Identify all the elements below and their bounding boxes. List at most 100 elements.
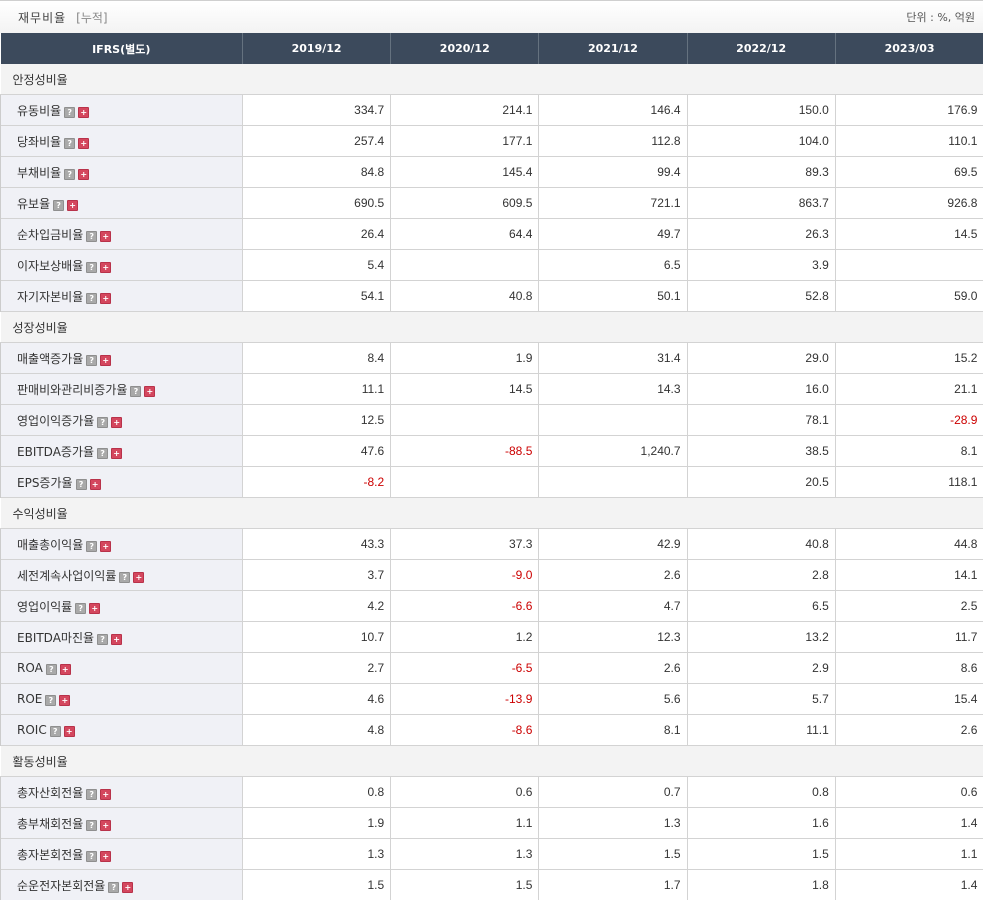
value-cell: 14.3: [539, 374, 687, 405]
help-icon[interactable]: ?: [97, 448, 108, 459]
value-cell: 150.0: [687, 95, 835, 126]
expand-icon[interactable]: +: [78, 169, 89, 180]
row-label: 자기자본비율: [17, 290, 83, 304]
expand-icon[interactable]: +: [90, 479, 101, 490]
expand-icon[interactable]: +: [100, 789, 111, 800]
value-cell: 4.8: [243, 715, 391, 746]
table-row: 총부채회전율?+1.91.11.31.61.4: [1, 808, 983, 839]
value-cell: 3.9: [687, 250, 835, 281]
table-row: 총자산회전율?+0.80.60.70.80.6: [1, 777, 983, 808]
value-cell: 176.9: [835, 95, 983, 126]
value-cell: 214.1: [391, 95, 539, 126]
row-label: 이자보상배율: [17, 259, 83, 273]
expand-icon[interactable]: +: [100, 820, 111, 831]
value-cell: 926.8: [835, 188, 983, 219]
help-icon[interactable]: ?: [76, 479, 87, 490]
row-label: EBITDA증가율: [17, 445, 94, 459]
help-icon[interactable]: ?: [64, 138, 75, 149]
row-label-cell: 총자산회전율?+: [1, 777, 243, 808]
col-header-period: 2022/12: [687, 33, 835, 64]
row-label-cell: ROIC?+: [1, 715, 243, 746]
expand-icon[interactable]: +: [78, 138, 89, 149]
value-cell: -8.2: [243, 467, 391, 498]
value-cell: 1.8: [687, 870, 835, 900]
help-icon[interactable]: ?: [46, 664, 57, 675]
expand-icon[interactable]: +: [111, 417, 122, 428]
expand-icon[interactable]: +: [122, 882, 133, 893]
help-icon[interactable]: ?: [45, 695, 56, 706]
row-label-cell: 자기자본비율?+: [1, 281, 243, 312]
help-icon[interactable]: ?: [97, 634, 108, 645]
expand-icon[interactable]: +: [144, 386, 155, 397]
value-cell: [539, 405, 687, 436]
value-cell: 12.5: [243, 405, 391, 436]
expand-icon[interactable]: +: [59, 695, 70, 706]
value-cell: [835, 250, 983, 281]
expand-icon[interactable]: +: [100, 355, 111, 366]
help-icon[interactable]: ?: [130, 386, 141, 397]
help-icon[interactable]: ?: [64, 107, 75, 118]
table-row: 총자본회전율?+1.31.31.51.51.1: [1, 839, 983, 870]
value-cell: 69.5: [835, 157, 983, 188]
value-cell: 99.4: [539, 157, 687, 188]
expand-icon[interactable]: +: [100, 293, 111, 304]
expand-icon[interactable]: +: [64, 726, 75, 737]
row-label-cell: 유보율?+: [1, 188, 243, 219]
help-icon[interactable]: ?: [86, 820, 97, 831]
row-label: 총부채회전율: [17, 817, 83, 831]
value-cell: 40.8: [687, 529, 835, 560]
expand-icon[interactable]: +: [111, 634, 122, 645]
help-icon[interactable]: ?: [53, 200, 64, 211]
help-icon[interactable]: ?: [86, 355, 97, 366]
help-icon[interactable]: ?: [119, 572, 130, 583]
expand-icon[interactable]: +: [100, 541, 111, 552]
help-icon[interactable]: ?: [86, 231, 97, 242]
value-cell: 11.7: [835, 622, 983, 653]
value-cell: 177.1: [391, 126, 539, 157]
row-label-cell: 당좌비율?+: [1, 126, 243, 157]
help-icon[interactable]: ?: [86, 789, 97, 800]
help-icon[interactable]: ?: [64, 169, 75, 180]
value-cell: 11.1: [687, 715, 835, 746]
row-label-cell: 유동비율?+: [1, 95, 243, 126]
expand-icon[interactable]: +: [78, 107, 89, 118]
expand-icon[interactable]: +: [89, 603, 100, 614]
value-cell: 721.1: [539, 188, 687, 219]
section-title: 활동성비율: [1, 746, 983, 777]
help-icon[interactable]: ?: [50, 726, 61, 737]
help-icon[interactable]: ?: [97, 417, 108, 428]
help-icon[interactable]: ?: [75, 603, 86, 614]
row-label-cell: EBITDA증가율?+: [1, 436, 243, 467]
table-row: EBITDA증가율?+47.6-88.51,240.738.58.1: [1, 436, 983, 467]
help-icon[interactable]: ?: [86, 293, 97, 304]
row-label: 판매비와관리비증가율: [17, 383, 127, 397]
table-row: ROA?+2.7-6.52.62.98.6: [1, 653, 983, 684]
expand-icon[interactable]: +: [67, 200, 78, 211]
expand-icon[interactable]: +: [111, 448, 122, 459]
value-cell: 112.8: [539, 126, 687, 157]
row-label-cell: 순차입금비율?+: [1, 219, 243, 250]
value-cell: 6.5: [539, 250, 687, 281]
value-cell: 110.1: [835, 126, 983, 157]
col-header-period: 2023/03: [835, 33, 983, 64]
row-label: ROIC: [17, 723, 47, 737]
row-label: 순운전자본회전율: [17, 879, 105, 893]
table-body: 안정성비율유동비율?+334.7214.1146.4150.0176.9당좌비율…: [1, 64, 983, 900]
expand-icon[interactable]: +: [60, 664, 71, 675]
help-icon[interactable]: ?: [86, 262, 97, 273]
value-cell: 1.1: [835, 839, 983, 870]
expand-icon[interactable]: +: [100, 262, 111, 273]
help-icon[interactable]: ?: [108, 882, 119, 893]
value-cell: 15.2: [835, 343, 983, 374]
help-icon[interactable]: ?: [86, 851, 97, 862]
expand-icon[interactable]: +: [100, 231, 111, 242]
help-icon[interactable]: ?: [86, 541, 97, 552]
expand-icon[interactable]: +: [133, 572, 144, 583]
row-label-cell: 총자본회전율?+: [1, 839, 243, 870]
row-label: 순차입금비율: [17, 228, 83, 242]
section-title: 성장성비율: [1, 312, 983, 343]
table-row: 부채비율?+84.8145.499.489.369.5: [1, 157, 983, 188]
unit-label: 단위 : %, 억원: [906, 9, 975, 25]
expand-icon[interactable]: +: [100, 851, 111, 862]
value-cell: 14.5: [391, 374, 539, 405]
